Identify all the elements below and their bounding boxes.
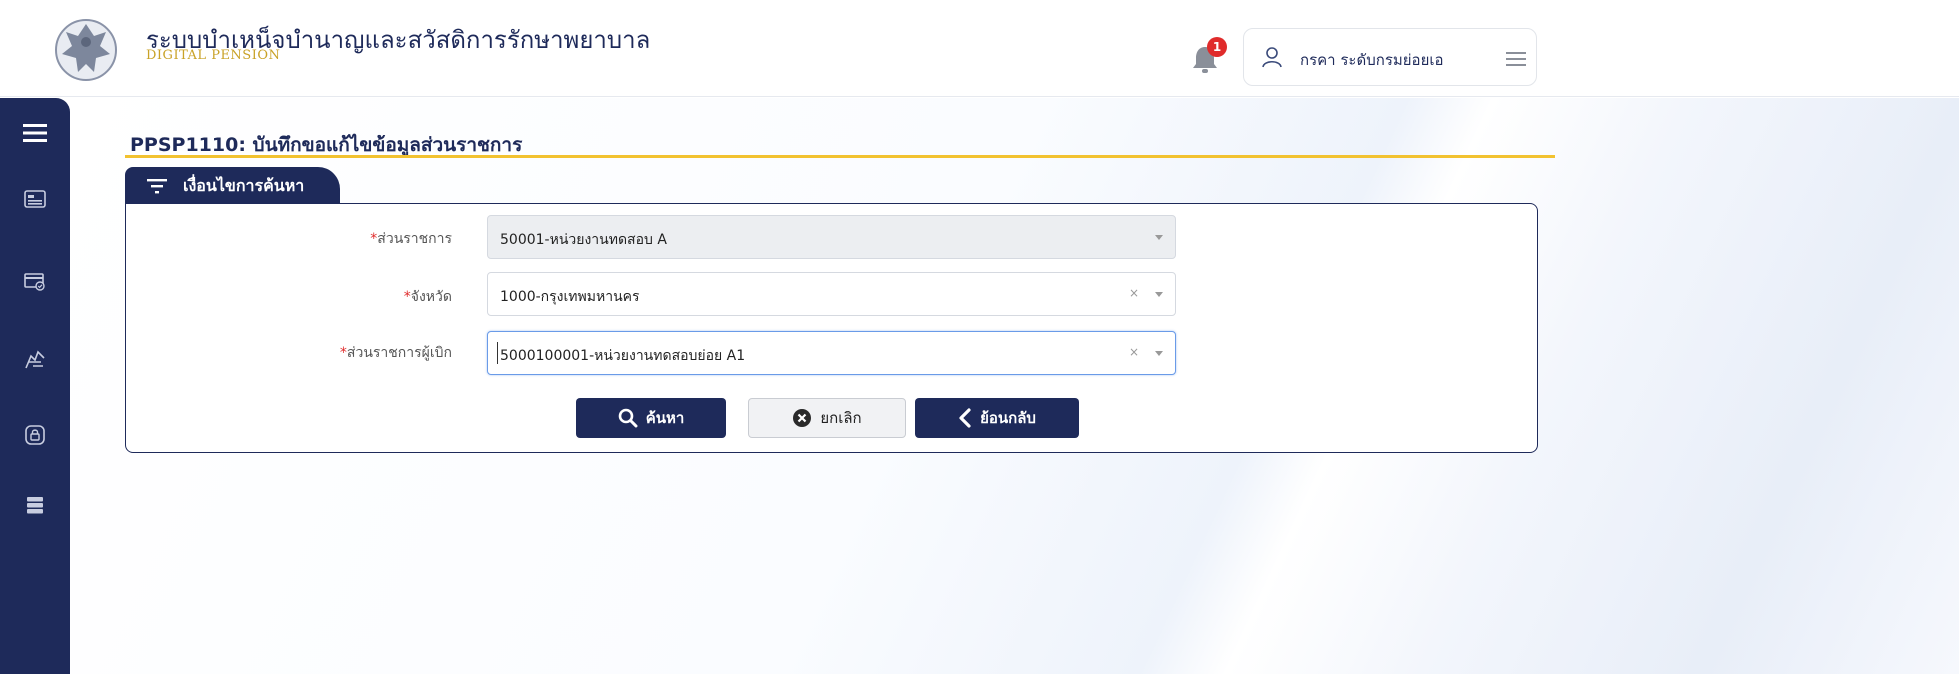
select-value: 50001-หน่วยงานทดสอบ A bbox=[500, 232, 667, 248]
garuda-logo[interactable] bbox=[50, 10, 122, 90]
required-mark: * bbox=[403, 289, 411, 305]
clear-icon[interactable]: × bbox=[1129, 345, 1139, 359]
field-label-text: ส่วนราชการผู้เบิก bbox=[346, 345, 452, 361]
select-value: 1000-กรุงเทพมหานคร bbox=[500, 289, 640, 305]
sidebar bbox=[0, 98, 70, 674]
hamburger-icon[interactable] bbox=[1506, 51, 1526, 67]
lock-icon[interactable] bbox=[20, 420, 50, 450]
user-name: กรคา ระดับกรมย่อยเอ bbox=[1300, 51, 1444, 69]
search-button-label: ค้นหา bbox=[645, 409, 685, 427]
agency-select[interactable]: 50001-หน่วยงานทดสอบ A bbox=[487, 215, 1176, 259]
cancel-button-label: ยกเลิก bbox=[820, 409, 862, 427]
disbursing-agency-select[interactable]: 5000100001-หน่วยงานทดสอบย่อย A1 × bbox=[487, 331, 1176, 375]
clear-icon[interactable]: × bbox=[1129, 286, 1139, 300]
field-label-text: จังหวัด bbox=[410, 289, 452, 305]
user-icon bbox=[1260, 45, 1284, 69]
chevron-down-icon bbox=[1155, 292, 1163, 297]
app-subtitle: DIGITAL PENSION bbox=[146, 48, 281, 63]
field-label-disbursing-agency: *ส่วนราชการผู้เบิก bbox=[300, 342, 452, 364]
back-button[interactable]: ย้อนกลับ bbox=[915, 398, 1079, 438]
back-button-label: ย้อนกลับ bbox=[980, 409, 1036, 427]
chevron-down-icon bbox=[1155, 235, 1163, 240]
money-hand-icon[interactable] bbox=[20, 344, 50, 374]
filter-icon bbox=[147, 177, 167, 195]
id-card-icon[interactable] bbox=[20, 184, 50, 214]
chevron-down-icon bbox=[1155, 351, 1163, 356]
field-label-agency: *ส่วนราชการ bbox=[340, 228, 452, 250]
required-mark: * bbox=[339, 345, 347, 361]
select-value: 5000100001-หน่วยงานทดสอบย่อย A1 bbox=[500, 348, 746, 364]
cancel-button[interactable]: ยกเลิก bbox=[748, 398, 906, 438]
search-icon bbox=[618, 408, 638, 428]
app-header: ระบบบำเหน็จบำนาญและสวัสดิการรักษาพยาบาล … bbox=[0, 0, 1959, 97]
close-icon bbox=[793, 409, 812, 427]
chevron-left-icon bbox=[959, 408, 971, 428]
notification-badge: 1 bbox=[1207, 37, 1227, 57]
server-icon[interactable] bbox=[20, 490, 50, 520]
hamburger-icon[interactable] bbox=[20, 118, 50, 148]
search-tab-label: เงื่อนไขการค้นหา bbox=[183, 176, 305, 195]
text-caret bbox=[497, 342, 498, 364]
field-label-text: ส่วนราชการ bbox=[377, 231, 452, 247]
search-conditions-tab[interactable]: เงื่อนไขการค้นหา bbox=[125, 167, 340, 204]
search-button[interactable]: ค้นหา bbox=[576, 398, 726, 438]
field-label-province: *จังหวัด bbox=[340, 286, 452, 308]
province-select[interactable]: 1000-กรุงเทพมหานคร × bbox=[487, 272, 1176, 316]
title-divider bbox=[125, 155, 1555, 158]
user-menu[interactable]: กรคา ระดับกรมย่อยเอ bbox=[1243, 28, 1537, 86]
payment-icon[interactable] bbox=[20, 266, 50, 296]
